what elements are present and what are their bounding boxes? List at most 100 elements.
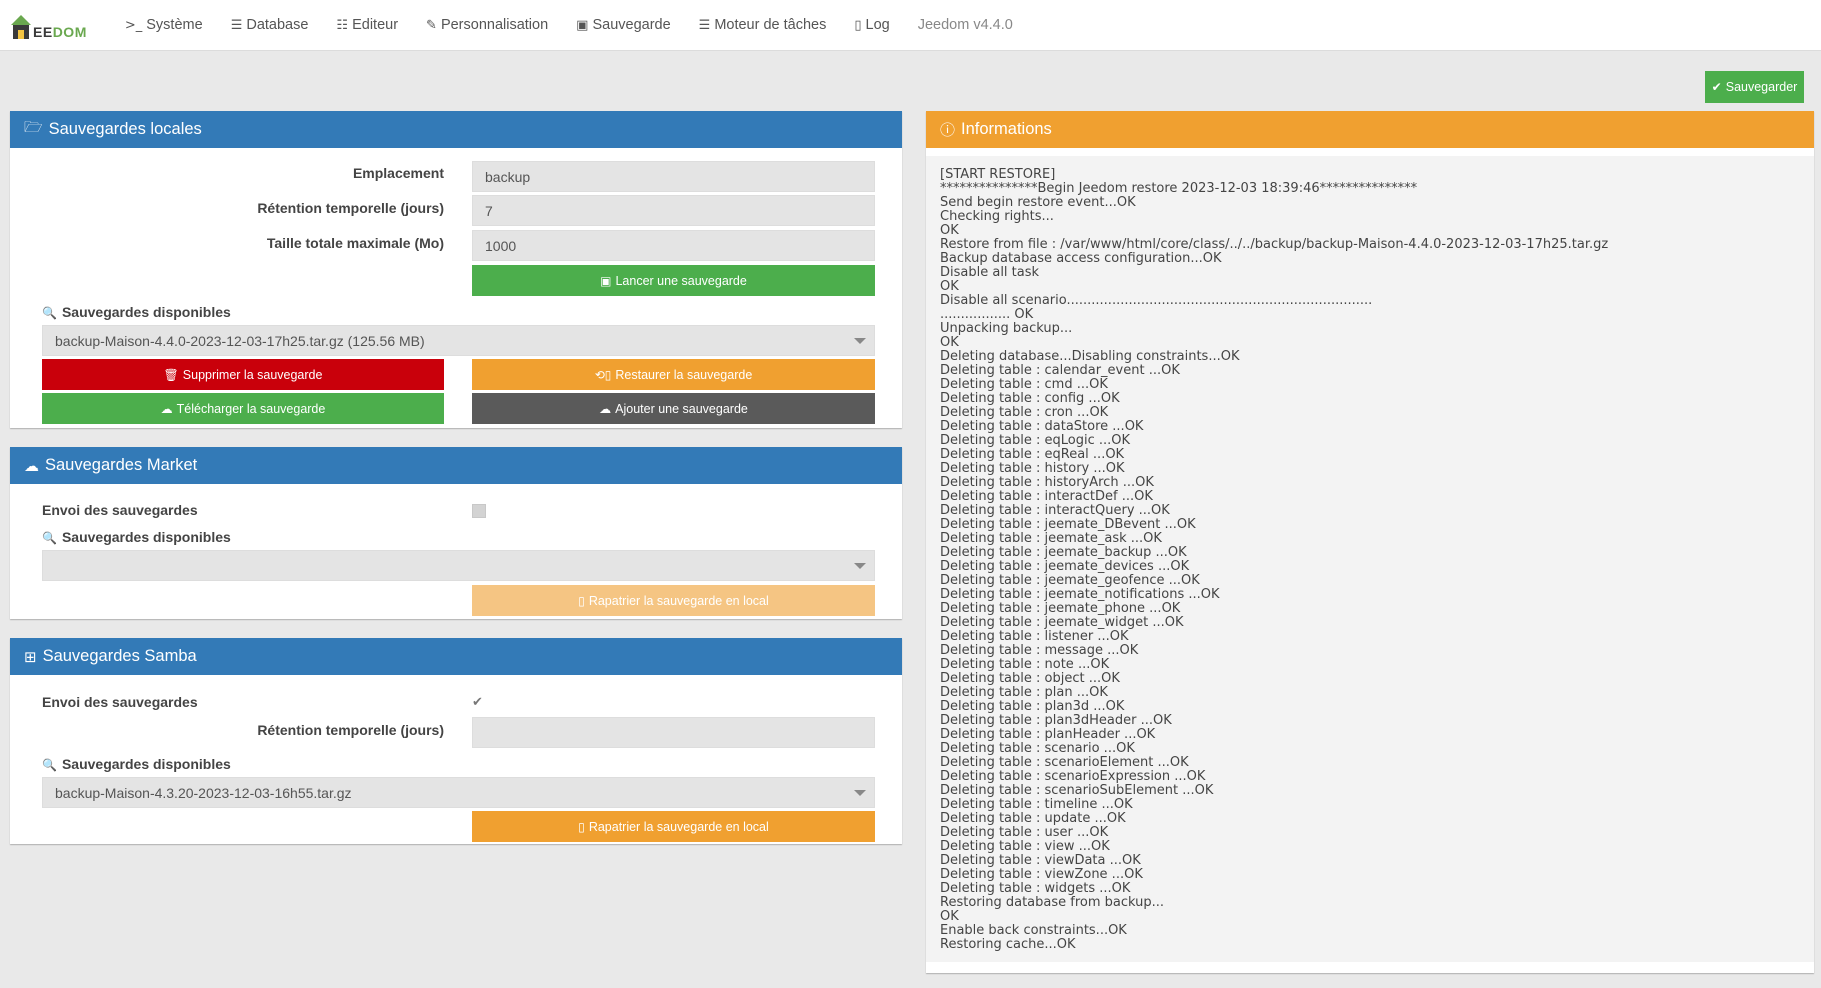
samba-retention-input[interactable] xyxy=(472,717,875,748)
log-line: Disable all scenario....................… xyxy=(940,293,1373,308)
samba-available-label: 🔍 Sauvegardes disponibles xyxy=(42,756,231,772)
location-input[interactable]: backup xyxy=(472,161,875,192)
nav-item-label: Système xyxy=(146,17,203,33)
local-backup-select[interactable]: backup-Maison-4.4.0-2023-12-03-17h25.tar… xyxy=(42,325,875,356)
trash-icon: 🗑 xyxy=(163,367,179,382)
delete-backup-button[interactable]: 🗑 Supprimer la sauvegarde xyxy=(42,359,444,390)
search-icon: 🔍 xyxy=(42,758,57,772)
local-backup-selected: backup-Maison-4.4.0-2023-12-03-17h25.tar… xyxy=(55,332,425,349)
terminal-icon: >_ xyxy=(124,17,143,33)
local-backups-heading: 🗁 Sauvegardes locales xyxy=(10,111,902,148)
top-navbar: EEDOM >_ Système ☰ Database ☷ Editeur ✎ Personn… xyxy=(0,0,1821,51)
log-line: [START RESTORE] xyxy=(940,168,1056,182)
edit-icon: ✎ xyxy=(426,17,437,33)
chevron-down-icon xyxy=(854,338,866,344)
folder-open-icon: 🗁 xyxy=(24,118,43,136)
nav-item-editeur[interactable]: ☷ Editeur xyxy=(322,0,412,51)
jeedom-logo[interactable]: EEDOM xyxy=(10,7,87,43)
launch-backup-label: Lancer une sauvegarde xyxy=(615,273,747,288)
floppy-icon: ▣ xyxy=(600,273,612,288)
chevron-down-icon xyxy=(854,563,866,569)
cloud-download-icon: ☁ xyxy=(160,401,173,416)
log-line: Deleting table : plan3dHeader ...OK xyxy=(940,713,1172,728)
nav-item-moteur-de-t-ches[interactable]: ☰ Moteur de tâches xyxy=(685,0,841,51)
location-label: Emplacement xyxy=(352,165,444,181)
log-line: Backup database access configuration...O… xyxy=(940,251,1222,266)
log-line: Deleting table : jeemate_DBevent ...OK xyxy=(940,517,1196,532)
log-line: OK xyxy=(940,223,959,238)
local-available-label: 🔍 Sauvegardes disponibles xyxy=(42,304,231,320)
file-icon: ▯ xyxy=(578,819,585,834)
log-line: Deleting table : interactQuery ...OK xyxy=(940,503,1170,518)
log-line: Deleting table : planHeader ...OK xyxy=(940,727,1156,742)
log-line: Deleting table : scenario ...OK xyxy=(940,741,1135,756)
log-line: Deleting table : update ...OK xyxy=(940,811,1126,826)
market-send-checkbox[interactable] xyxy=(472,504,486,518)
jeedom-house-icon xyxy=(10,11,32,43)
market-backups-title: Sauvegardes Market xyxy=(45,456,198,474)
nav-item-syst-me[interactable]: >_ Système xyxy=(111,0,217,51)
restore-backup-button[interactable]: ⟲▯ Restaurer la sauvegarde xyxy=(472,359,875,390)
nav-item-log[interactable]: ▯ Log xyxy=(840,0,903,51)
search-icon: 🔍 xyxy=(42,306,57,320)
market-backup-select[interactable] xyxy=(42,550,875,581)
log-line: Deleting table : user ...OK xyxy=(940,825,1109,840)
log-line: Deleting table : scenarioExpression ...O… xyxy=(940,769,1206,784)
log-line: Unpacking backup... xyxy=(940,321,1073,336)
log-line: Deleting table : cmd ...OK xyxy=(940,377,1108,392)
delete-backup-label: Supprimer la sauvegarde xyxy=(182,367,323,382)
log-line: Deleting table : eqLogic ...OK xyxy=(940,433,1131,448)
log-line: Deleting database...Disabling constraint… xyxy=(940,349,1240,364)
nav-item-label: Database xyxy=(246,17,309,33)
check-circle-icon: ✔ xyxy=(1711,80,1722,94)
samba-repatriate-label: Rapatrier la sauvegarde en local xyxy=(588,819,769,834)
max-size-input[interactable]: 1000 xyxy=(472,230,875,261)
restore-backup-label: Restaurer la sauvegarde xyxy=(615,367,753,382)
log-line: Deleting table : jeemate_backup ...OK xyxy=(940,545,1187,560)
cloud-upload-icon: ☁ xyxy=(599,401,612,416)
nav-item-label: Log xyxy=(865,17,890,33)
samba-backups-heading: ⊞ Sauvegardes Samba xyxy=(10,638,902,675)
samba-retention-label: Rétention temporelle (jours) xyxy=(257,722,444,738)
log-line: Send begin restore event...OK xyxy=(940,195,1136,210)
log-line: Deleting table : scenarioElement ...OK xyxy=(940,755,1189,770)
log-line: Deleting table : calendar_event ...OK xyxy=(940,363,1180,378)
log-line: Restoring database from backup... xyxy=(940,895,1165,910)
nav-item-label: Moteur de tâches xyxy=(714,17,827,33)
retention-input[interactable]: 7 xyxy=(472,195,875,226)
samba-backups-title: Sauvegardes Samba xyxy=(42,647,197,665)
nav-item-label: Sauvegarde xyxy=(592,17,671,33)
market-send-label: Envoi des sauvegardes xyxy=(42,502,198,518)
nav-item-sauvegarde[interactable]: ▣ Sauvegarde xyxy=(562,0,685,51)
log-line: OK xyxy=(940,335,959,350)
samba-send-checkbox[interactable]: ✔ xyxy=(472,696,483,710)
refresh-file-icon: ⟲▯ xyxy=(594,367,612,382)
log-line: Checking rights... xyxy=(940,209,1054,224)
samba-backup-select[interactable]: backup-Maison-4.3.20-2023-12-03-16h55.ta… xyxy=(42,777,875,808)
max-size-label: Taille totale maximale (Mo) xyxy=(266,235,444,251)
log-line: Deleting table : scenarioSubElement ...O… xyxy=(940,783,1214,798)
log-line: Deleting table : view ...OK xyxy=(940,839,1110,854)
network-icon: ⊞ xyxy=(24,647,37,666)
samba-repatriate-button[interactable]: ▯ Rapatrier la sauvegarde en local xyxy=(472,811,875,842)
nav-item-personnalisation[interactable]: ✎ Personnalisation xyxy=(412,0,562,51)
log-line: Deleting table : message ...OK xyxy=(940,643,1139,658)
list-icon: ☰ xyxy=(698,17,711,33)
add-backup-button[interactable]: ☁ Ajouter une sauvegarde xyxy=(472,393,875,424)
launch-backup-button[interactable]: ▣ Lancer une sauvegarde xyxy=(472,265,875,296)
market-repatriate-button[interactable]: ▯ Rapatrier la sauvegarde en local xyxy=(472,585,875,616)
nav-item-label: Personnalisation xyxy=(440,17,549,33)
download-backup-button[interactable]: ☁ Télécharger la sauvegarde xyxy=(42,393,444,424)
log-line: ***************Begin Jeedom restore 2023… xyxy=(940,181,1418,196)
log-line: Deleting table : viewData ...OK xyxy=(940,853,1141,868)
file-icon: ▯ xyxy=(578,593,585,608)
market-available-label: 🔍 Sauvegardes disponibles xyxy=(42,529,231,545)
log-line: Deleting table : jeemate_geofence ...OK xyxy=(940,573,1200,588)
restore-log: [START RESTORE] ***************Begin Jeed… xyxy=(940,168,1784,968)
log-line: Deleting table : timeline ...OK xyxy=(940,797,1133,812)
log-line: Deleting table : plan ...OK xyxy=(940,685,1108,700)
log-line: Deleting table : history ...OK xyxy=(940,461,1125,476)
save-config-button[interactable]: ✔ Sauvegarder xyxy=(1705,71,1804,103)
log-line: Restore from file : /var/www/html/core/c… xyxy=(940,237,1609,252)
nav-item-database[interactable]: ☰ Database xyxy=(217,0,323,51)
